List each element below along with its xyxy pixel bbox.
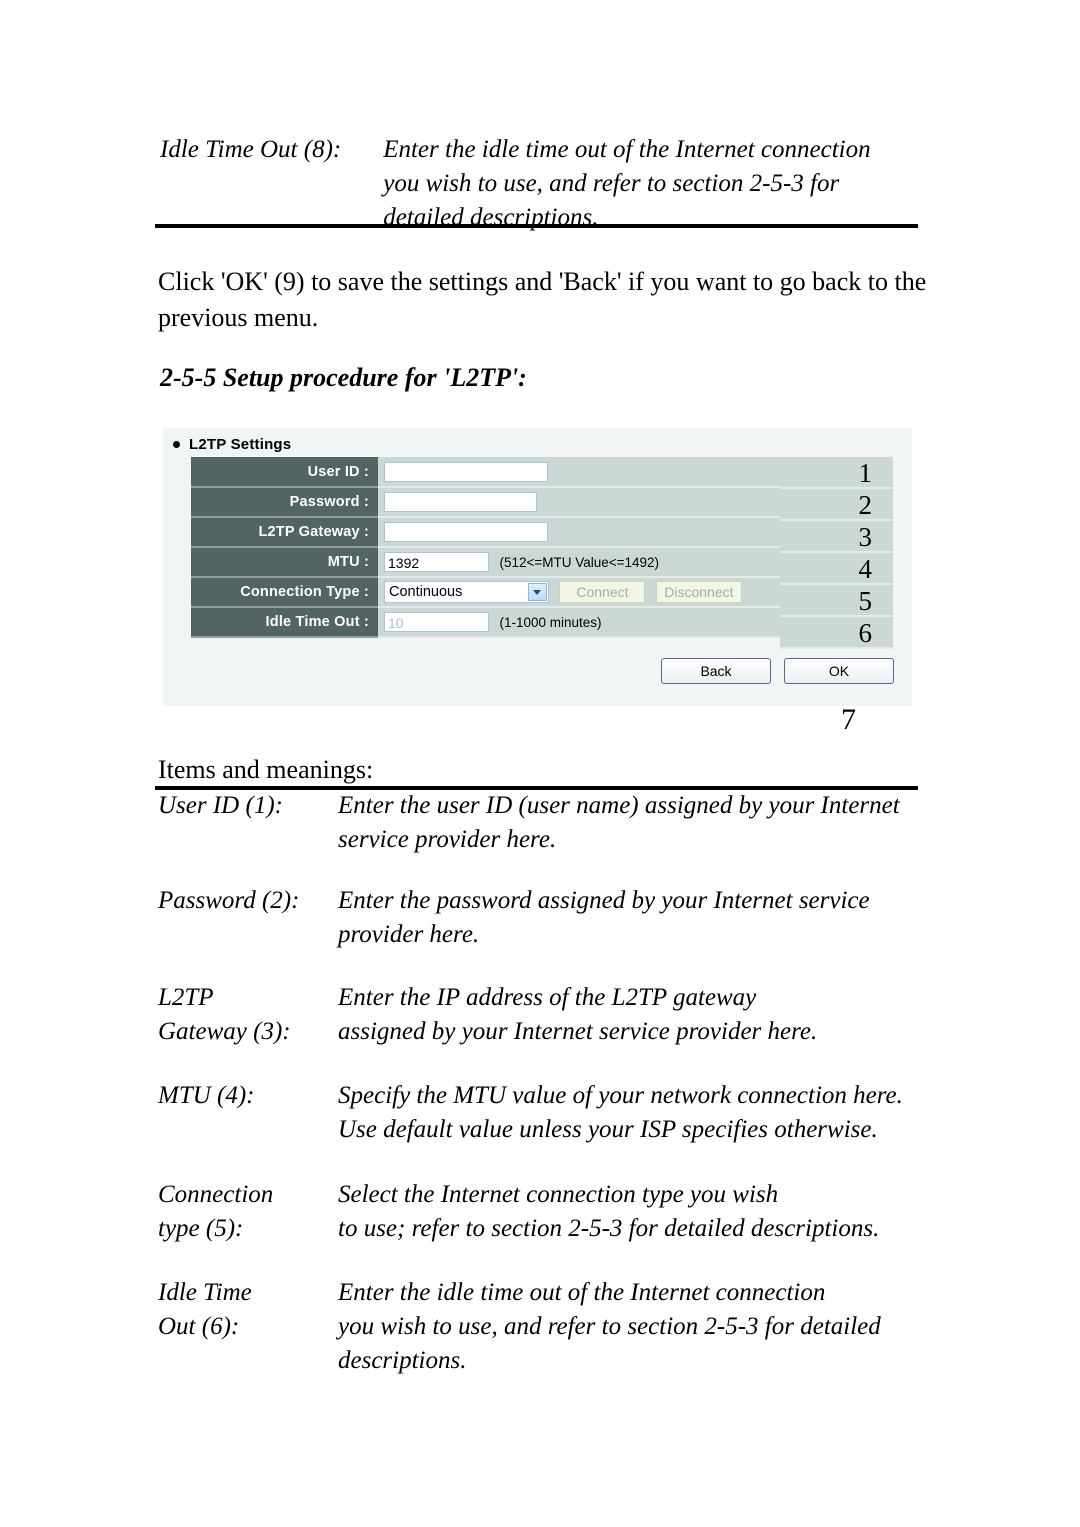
definition-term: User ID (1):	[158, 792, 283, 819]
definition-description: Select the Internet connection type you …	[338, 1181, 880, 1242]
definition-term: Connection type (5):	[158, 1181, 274, 1242]
form-row-user-id: User ID :	[191, 457, 780, 488]
document-page: Idle Time Out (8): Enter the idle time o…	[0, 0, 1080, 1527]
annotation-number: 1	[780, 457, 893, 489]
definition-term: Idle Time Out (8):	[160, 136, 342, 163]
definition-description: Enter the user ID (user name) assigned b…	[338, 792, 900, 853]
section-heading: 2-5-5 Setup procedure for 'L2TP':	[160, 363, 527, 392]
label-idle-time-out: Idle Time Out :	[191, 607, 378, 638]
label-mtu: MTU :	[191, 547, 378, 578]
definition-description: Enter the idle time out of the Internet …	[338, 1279, 881, 1374]
label-connection-type: Connection Type :	[191, 577, 378, 608]
horizontal-rule-top	[155, 224, 918, 228]
annotation-number-column: 1 2 3 4 5 6	[780, 457, 893, 649]
form-row-idle-time-out: Idle Time Out : 10 (1-1000 minutes)	[191, 607, 780, 638]
connection-type-select[interactable]: Continuous	[384, 581, 549, 603]
field-connection-type-cell: Continuous Connect Disconnect	[378, 577, 780, 608]
panel-title: L2TP Settings	[189, 436, 292, 453]
password-input[interactable]	[384, 492, 537, 512]
ok-button[interactable]: OK	[784, 658, 894, 684]
panel-title-row: L2TP Settings	[173, 436, 291, 453]
disconnect-button[interactable]: Disconnect	[655, 581, 742, 603]
form-row-password: Password :	[191, 487, 780, 518]
panel-button-row: Back OK	[661, 658, 894, 684]
field-password-cell	[378, 487, 780, 518]
l2tp-settings-form: User ID : Password : L2TP Gateway : MTU …	[191, 457, 780, 638]
definition-connection-type-5: Connection type (5): Select the Internet…	[158, 1178, 879, 1246]
definition-term: MTU (4):	[158, 1082, 255, 1109]
items-and-meanings-label: Items and meanings:	[158, 755, 374, 784]
definition-description: Enter the password assigned by your Inte…	[338, 887, 870, 948]
connect-button[interactable]: Connect	[559, 581, 646, 603]
definition-term: Password (2):	[158, 887, 300, 914]
annotation-number: 3	[780, 521, 893, 553]
annotation-number: 2	[780, 489, 893, 521]
mtu-hint: (512<=MTU Value<=1492)	[499, 554, 660, 570]
definition-description: Specify the MTU value of your network co…	[338, 1082, 903, 1143]
annotation-number: 4	[780, 553, 893, 585]
form-row-connection-type: Connection Type : Continuous Connect Dis…	[191, 577, 780, 608]
field-idle-time-out-cell: 10 (1-1000 minutes)	[378, 607, 780, 638]
label-l2tp-gateway: L2TP Gateway :	[191, 517, 378, 548]
definition-password-2: Password (2): Enter the password assigne…	[158, 884, 870, 952]
back-button[interactable]: Back	[661, 658, 771, 684]
field-l2tp-gateway-cell	[378, 517, 780, 548]
form-row-mtu: MTU : 1392 (512<=MTU Value<=1492)	[191, 547, 780, 578]
field-user-id-cell	[378, 457, 780, 488]
l2tp-settings-panel: L2TP Settings User ID : Password : L2TP …	[163, 428, 912, 706]
field-mtu-cell: 1392 (512<=MTU Value<=1492)	[378, 547, 780, 578]
annotation-number-7: 7	[841, 703, 856, 736]
definition-idle-time-out-8: Idle Time Out (8): Enter the idle time o…	[160, 133, 871, 235]
definition-mtu-4: MTU (4): Specify the MTU value of your n…	[158, 1079, 903, 1147]
idle-time-out-hint: (1-1000 minutes)	[499, 614, 602, 630]
definition-description: Enter the idle time out of the Internet …	[383, 136, 871, 231]
definition-idle-time-out-6: Idle Time Out (6): Enter the idle time o…	[158, 1276, 881, 1378]
l2tp-gateway-input[interactable]	[384, 522, 548, 542]
label-user-id: User ID :	[191, 457, 378, 488]
definition-term: L2TP Gateway (3):	[158, 984, 291, 1045]
annotation-number: 5	[780, 585, 893, 617]
form-row-l2tp-gateway: L2TP Gateway :	[191, 517, 780, 548]
chevron-down-icon[interactable]	[528, 583, 547, 601]
definition-user-id-1: User ID (1): Enter the user ID (user nam…	[158, 789, 900, 857]
label-password: Password :	[191, 487, 378, 518]
bullet-icon	[173, 441, 180, 448]
idle-time-out-input[interactable]: 10	[384, 612, 489, 632]
annotation-number: 6	[780, 617, 893, 649]
user-id-input[interactable]	[384, 461, 548, 482]
paragraph-click-ok: Click 'OK' (9) to save the settings and …	[158, 267, 927, 332]
definition-term: Idle Time Out (6):	[158, 1279, 252, 1340]
mtu-input[interactable]: 1392	[384, 552, 489, 572]
definition-description: Enter the IP address of the L2TP gateway…	[338, 984, 818, 1045]
connection-type-value: Continuous	[389, 584, 463, 600]
definition-l2tp-gateway-3: L2TP Gateway (3): Enter the IP address o…	[158, 981, 817, 1049]
